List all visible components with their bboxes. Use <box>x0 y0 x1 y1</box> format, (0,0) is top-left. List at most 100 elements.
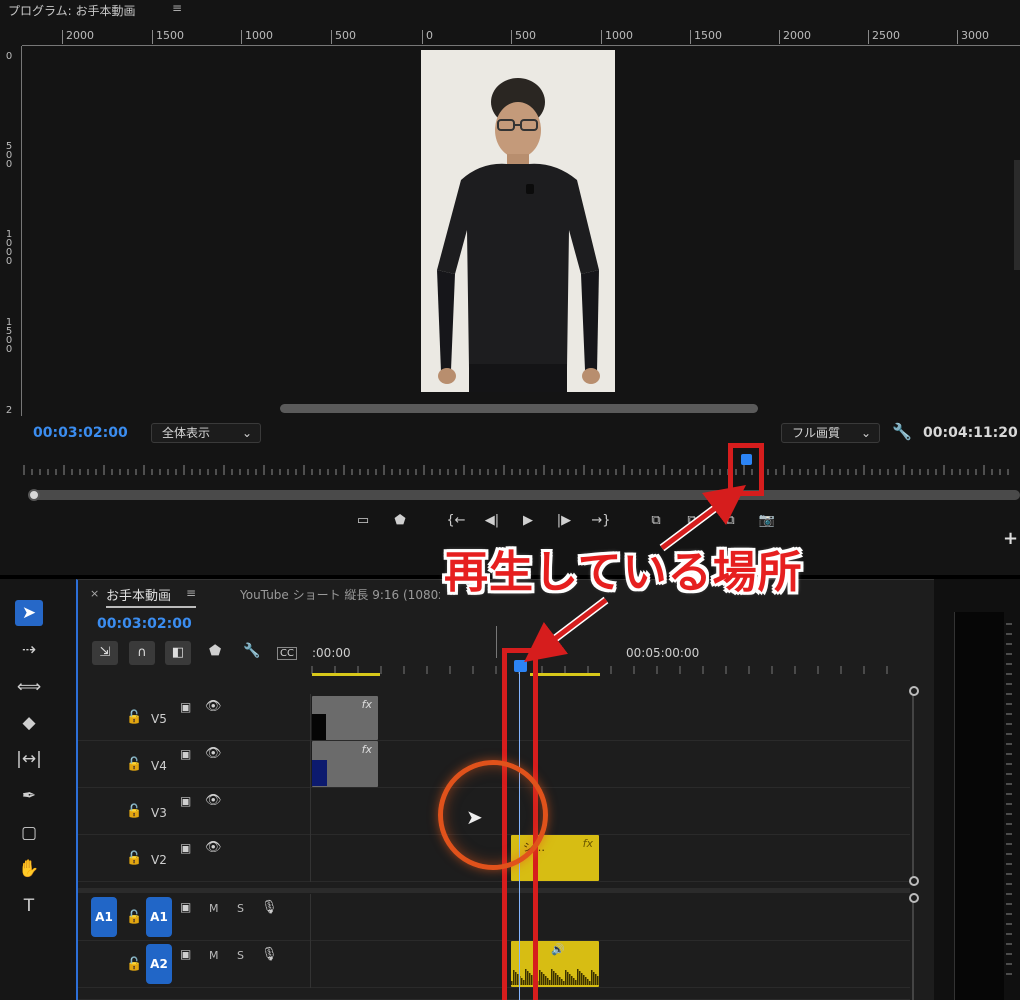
ruler-label: 3000 <box>957 30 989 44</box>
wrench-icon[interactable]: 🔧 <box>892 422 912 441</box>
nest-sequence-icon[interactable]: ⇲ <box>92 641 118 665</box>
ruler-label: 2 <box>5 405 13 416</box>
compare-icon[interactable]: ⧉ <box>718 513 742 528</box>
lock-icon[interactable]: 🔓 <box>126 957 142 972</box>
waveform-bar <box>571 976 573 985</box>
ruler-label: 2000 <box>62 30 94 44</box>
mute-button[interactable]: M <box>209 949 219 962</box>
solo-button[interactable]: S <box>237 949 244 962</box>
ruler-label: 2000 <box>779 30 811 44</box>
track-target-a1[interactable]: A1 <box>146 897 172 937</box>
play-icon[interactable]: ▶ <box>516 513 540 528</box>
scroll-handle[interactable] <box>909 876 919 886</box>
eye-icon[interactable]: 👁 <box>205 840 222 855</box>
eye-icon[interactable]: 👁 <box>205 793 222 808</box>
linked-selection-icon[interactable]: ◧ <box>165 641 191 665</box>
lock-icon[interactable]: 🔓 <box>126 851 142 866</box>
go-to-out-icon[interactable]: →} <box>589 513 613 528</box>
track-lane[interactable]: fx <box>310 694 910 741</box>
person-figure <box>421 50 615 392</box>
tab-sequence-shorts[interactable]: YouTube ショート 縦長 9:16 (1080x <box>240 586 440 603</box>
solo-button[interactable]: S <box>237 902 244 915</box>
playback-quality-select[interactable]: フル画質 ⌄ <box>781 423 880 443</box>
ripple-edit-tool-icon[interactable]: ⟺ <box>15 674 43 700</box>
track-lane[interactable]: シ… fx <box>310 835 910 882</box>
sync-lock-icon[interactable]: ▣ <box>180 747 191 761</box>
sync-lock-icon[interactable]: ▣ <box>180 900 191 914</box>
eye-icon[interactable]: 👁 <box>205 746 222 761</box>
track-lane[interactable] <box>310 894 910 941</box>
add-marker-icon[interactable]: ⬟ <box>209 643 221 659</box>
track-lane[interactable] <box>310 788 910 835</box>
lock-icon[interactable]: 🔓 <box>126 910 142 925</box>
sync-lock-icon[interactable]: ▣ <box>180 700 191 714</box>
extract-icon[interactable]: ⧉ <box>680 513 704 528</box>
lock-icon[interactable]: 🔓 <box>126 757 142 772</box>
track-scrollbar[interactable] <box>909 686 919 886</box>
export-frame-icon[interactable]: 📷 <box>755 513 779 528</box>
timeline-ticks <box>311 666 888 674</box>
track-select-tool-icon[interactable]: ⇢ <box>15 637 43 663</box>
rectangle-tool-icon[interactable]: ▢ <box>15 820 43 846</box>
lift-icon[interactable]: ⧉ <box>644 513 668 528</box>
panel-menu-icon[interactable]: ≡ <box>186 586 196 600</box>
waveform-bar <box>551 969 553 985</box>
clip[interactable]: fx <box>312 696 378 740</box>
zoom-scroll-handle[interactable] <box>28 489 40 501</box>
close-icon[interactable]: × <box>90 587 99 600</box>
track-lane[interactable]: fx <box>310 741 910 788</box>
fx-badge: fx <box>361 743 372 756</box>
scroll-handle[interactable] <box>909 893 919 903</box>
scroll-handle[interactable] <box>909 686 919 696</box>
video-audio-divider[interactable] <box>78 888 910 893</box>
tab-sequence-active[interactable]: お手本動画 <box>106 585 196 608</box>
lock-icon[interactable]: 🔓 <box>126 710 142 725</box>
source-patch-a1[interactable]: A1 <box>91 897 117 937</box>
mute-button[interactable]: M <box>209 902 219 915</box>
wrench-icon[interactable]: 🔧 <box>243 643 260 659</box>
playhead-handle <box>741 454 752 465</box>
zoom-scroll-bar[interactable] <box>28 489 1020 501</box>
add-button[interactable]: + <box>1003 528 1018 549</box>
razor-tool-icon[interactable]: ◆ <box>15 710 43 736</box>
track-lane[interactable]: 🔊 <box>310 941 910 988</box>
eye-icon[interactable]: 👁 <box>205 699 222 714</box>
clip-thumbnail <box>312 714 326 740</box>
go-to-in-icon[interactable]: {← <box>444 513 468 528</box>
microphone-icon[interactable]: 🎙 <box>261 900 278 915</box>
sync-lock-icon[interactable]: ▣ <box>180 841 191 855</box>
fx-badge: fx <box>361 698 372 711</box>
panel-menu-icon[interactable]: ≡ <box>172 1 182 15</box>
annotation-caption: 再生している場所 <box>444 547 803 598</box>
playhead-timecode[interactable]: 00:03:02:00 <box>33 425 128 441</box>
snap-icon[interactable]: ∩ <box>129 641 155 665</box>
track-target-a2[interactable]: A2 <box>146 944 172 984</box>
horizontal-scrollbar[interactable] <box>280 404 758 413</box>
mini-time-ruler[interactable] <box>22 455 1012 475</box>
microphone-icon[interactable]: 🎙 <box>261 947 278 962</box>
type-tool-icon[interactable]: T <box>15 893 43 919</box>
horizontal-ruler: 2000 1500 1000 500 0 500 1000 1500 2000 … <box>22 26 1020 46</box>
timeline-timecode[interactable]: 00:03:02:00 <box>97 616 192 632</box>
slip-tool-icon[interactable]: |↔| <box>15 746 43 772</box>
hand-tool-icon[interactable]: ✋ <box>15 856 43 882</box>
lock-icon[interactable]: 🔓 <box>126 804 142 819</box>
track-name: V3 <box>151 806 167 820</box>
safe-margins-icon[interactable]: ▭ <box>351 513 375 528</box>
step-forward-icon[interactable]: |▶ <box>552 513 576 528</box>
selection-tool-icon[interactable]: ➤ <box>15 600 43 626</box>
timeline-ruler[interactable]: :00:00 00:05:00:00 <box>310 626 910 690</box>
audio-track-scrollbar[interactable] <box>909 893 919 1000</box>
sync-lock-icon[interactable]: ▣ <box>180 794 191 808</box>
add-marker-icon[interactable]: ⬟ <box>388 513 412 528</box>
zoom-level-select[interactable]: 全体表示 ⌄ <box>151 423 261 443</box>
track-name: V5 <box>151 712 167 726</box>
sync-lock-icon[interactable]: ▣ <box>180 947 191 961</box>
waveform-bar <box>541 972 543 985</box>
ruler-label: 1000 <box>241 30 273 44</box>
clip[interactable]: fx <box>312 741 378 787</box>
captions-icon[interactable]: CC <box>277 647 297 660</box>
step-back-icon[interactable]: ◀| <box>480 513 504 528</box>
pen-tool-icon[interactable]: ✒ <box>15 783 43 809</box>
vertical-scrollbar[interactable] <box>1014 160 1020 270</box>
